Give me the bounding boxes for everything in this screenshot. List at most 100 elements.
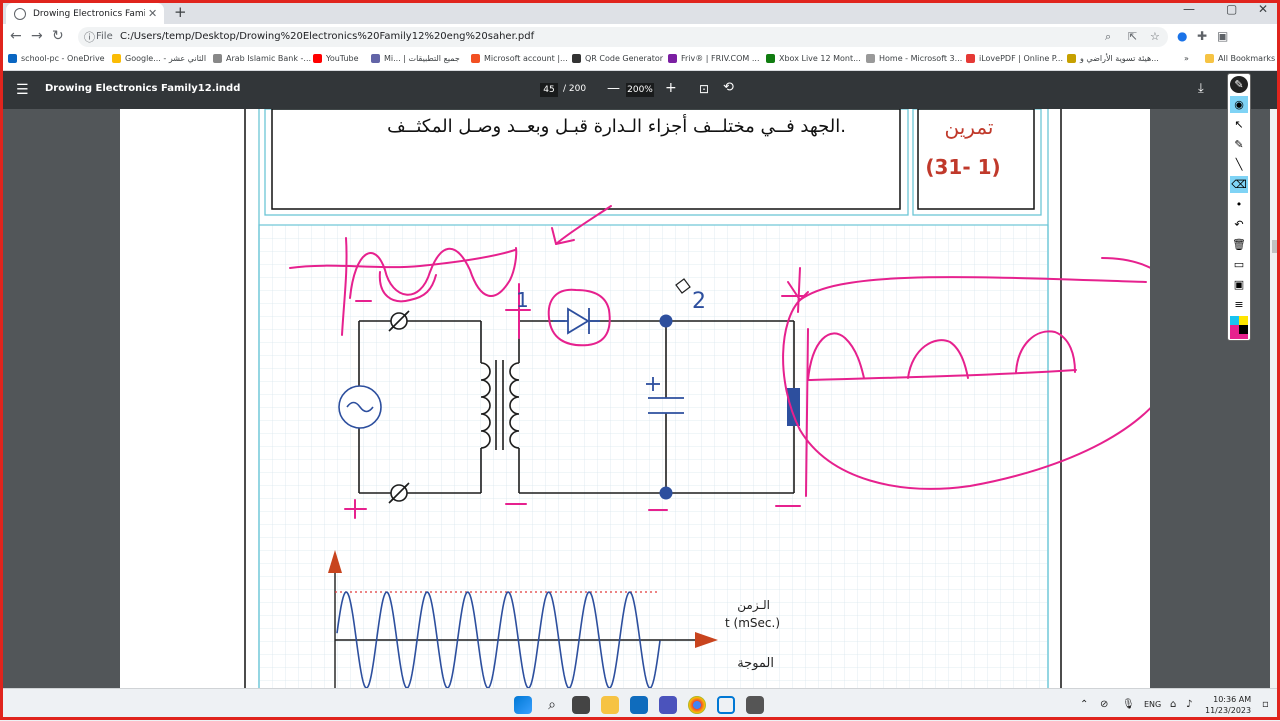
cloud-icon xyxy=(8,54,17,63)
globe-icon xyxy=(14,7,26,20)
node-top xyxy=(659,314,673,328)
scrollbar-thumb[interactable] xyxy=(1272,240,1278,253)
wifi-icon[interactable]: ⌂ xyxy=(1170,699,1176,710)
clipboard-icon[interactable]: ≡ xyxy=(1230,296,1248,313)
pdf-toolbar: ☰ Drowing Electronics Family12.indd 45 /… xyxy=(0,71,1280,109)
eye-icon[interactable]: ◉ xyxy=(1230,96,1248,113)
page-number-input[interactable]: 45 xyxy=(540,83,558,97)
extension-icon[interactable]: ● xyxy=(1177,29,1187,43)
url-scheme: File xyxy=(96,31,113,42)
extensions-puzzle-icon[interactable]: ✚ xyxy=(1197,29,1207,43)
exercise-instruction: الجهد فــي مختلــف أجزاء الـدارة قبـل وب… xyxy=(387,114,846,137)
maximize-button[interactable]: ▢ xyxy=(1226,2,1237,16)
google-icon xyxy=(112,54,121,63)
zoom-icon[interactable]: ⌕ xyxy=(1105,30,1111,44)
language-indicator[interactable]: ENG xyxy=(1144,700,1161,709)
pencil-icon[interactable]: ✎ xyxy=(1230,136,1248,153)
minimize-button[interactable]: — xyxy=(1183,2,1195,16)
address-bar[interactable]: ⓘ File C:/Users/temp/Desktop/Drowing%20E… xyxy=(78,27,1168,47)
browser-tab[interactable]: Drowing Electronics Family12.in ✕ xyxy=(6,3,164,24)
rotate-icon[interactable]: ⟲ xyxy=(723,80,734,95)
bookmark-item[interactable]: YouTube xyxy=(313,54,359,63)
volume-icon[interactable]: ♪ xyxy=(1186,699,1192,710)
page-scrollbar[interactable] xyxy=(1270,109,1280,688)
land-icon xyxy=(1067,54,1076,63)
friv-icon xyxy=(668,54,677,63)
network-icon[interactable]: ⊘ xyxy=(1100,699,1108,710)
zoom-input[interactable]: 200% xyxy=(626,83,654,97)
cursor-icon[interactable]: ↖ xyxy=(1230,116,1248,133)
chrome-icon[interactable] xyxy=(688,696,706,714)
file-explorer-icon[interactable] xyxy=(601,696,619,714)
bookmark-item[interactable]: Arab Islamic Bank -... xyxy=(213,54,311,63)
node-bottom xyxy=(659,486,673,500)
folder-icon xyxy=(1205,54,1214,63)
color-magenta[interactable] xyxy=(1230,325,1239,334)
point-2-label: 2 xyxy=(692,289,706,314)
color-black[interactable] xyxy=(1239,325,1248,334)
pdf-viewport[interactable]: الجهد فــي مختلــف أجزاء الـدارة قبـل وب… xyxy=(0,109,1280,688)
heart-icon xyxy=(966,54,975,63)
point-1-label: 1 xyxy=(516,288,529,312)
document-title: Drowing Electronics Family12.indd xyxy=(45,83,241,94)
clock[interactable]: 10:36 AM 11/23/2023 xyxy=(1205,694,1251,716)
bookmark-item[interactable]: Mi... | جميع التطبيقات xyxy=(371,54,460,63)
clock-time: 10:36 AM xyxy=(1213,695,1252,704)
windows-start-icon[interactable] xyxy=(514,696,532,714)
fit-page-icon[interactable]: ⊡ xyxy=(699,82,709,96)
eraser-icon[interactable]: ⌫ xyxy=(1230,176,1248,193)
download-icon[interactable]: ⤓ xyxy=(1198,81,1204,96)
all-bookmarks[interactable]: All Bookmarks xyxy=(1205,54,1275,63)
star-icon[interactable]: ☆ xyxy=(1150,30,1160,43)
zoom-in-button[interactable]: + xyxy=(665,80,677,96)
bookmark-item[interactable]: iLovePDF | Online P... xyxy=(966,54,1063,63)
new-tab-button[interactable]: + xyxy=(174,3,187,21)
microphone-icon[interactable]: 🎙 xyxy=(1122,699,1135,710)
info-icon[interactable]: ⓘ xyxy=(84,29,95,45)
color-yellow[interactable] xyxy=(1239,316,1248,325)
taskbar: ⌕ ⌃ ⊘ 🎙 ENG ⌂ ♪ 10:36 AM 11/23/2023 ▫ xyxy=(0,688,1280,721)
teams-icon[interactable] xyxy=(659,696,677,714)
apps-icon xyxy=(371,54,380,63)
search-icon[interactable]: ⌕ xyxy=(543,696,561,714)
menu-icon[interactable]: ☰ xyxy=(16,82,29,98)
bookmark-item[interactable]: Xbox Live 12 Mont... xyxy=(766,54,861,63)
pdf-page: الجهد فــي مختلــف أجزاء الـدارة قبـل وب… xyxy=(120,109,1187,688)
dot-size-icon[interactable]: • xyxy=(1230,196,1248,213)
camera-icon[interactable]: ▣ xyxy=(1230,276,1248,293)
store-icon[interactable] xyxy=(630,696,648,714)
close-window-button[interactable]: ✕ xyxy=(1258,2,1268,16)
chevron-up-icon[interactable]: ⌃ xyxy=(1080,699,1088,710)
reload-button[interactable]: ↻ xyxy=(52,28,64,44)
window-app-icon[interactable] xyxy=(717,696,735,714)
url-text[interactable]: C:/Users/temp/Desktop/Drowing%20Electron… xyxy=(120,31,534,42)
tab-strip: Drowing Electronics Family12.in ✕ + — ▢ … xyxy=(0,0,1280,24)
close-tab-icon[interactable]: ✕ xyxy=(148,7,157,20)
bookmark-item[interactable]: Home - Microsoft 3... xyxy=(866,54,962,63)
annotation-toolbar: ✎ ◉ ↖ ✎ ╲ ⌫ • ↶ 🗑 ▭ ▣ ≡ xyxy=(1227,73,1251,341)
undo-icon[interactable]: ↶ xyxy=(1230,216,1248,233)
bank-icon xyxy=(213,54,222,63)
pen-logo-icon[interactable]: ✎ xyxy=(1230,76,1248,93)
bookmark-item[interactable]: Microsoft account |... xyxy=(471,54,568,63)
task-view-icon[interactable] xyxy=(572,696,590,714)
page-content: الجهد فــي مختلــف أجزاء الـدارة قبـل وب… xyxy=(244,109,1187,688)
zoom-out-button[interactable]: — xyxy=(607,81,620,96)
color-cyan[interactable] xyxy=(1230,316,1239,325)
share-icon[interactable]: ⇱ xyxy=(1128,30,1137,43)
exercise-label: تمرين xyxy=(945,115,994,139)
forward-button[interactable]: → xyxy=(31,28,43,44)
bookmark-item[interactable]: هيئة تسوية الأراضي و... xyxy=(1067,54,1159,63)
trash-icon[interactable]: 🗑 xyxy=(1230,236,1248,253)
board-icon[interactable]: ▭ xyxy=(1230,256,1248,273)
line-icon[interactable]: ╲ xyxy=(1230,156,1248,173)
app-icon[interactable] xyxy=(746,696,764,714)
sidepanel-icon[interactable]: ▣ xyxy=(1217,29,1228,43)
bookmark-item[interactable]: school-pc - OneDrive xyxy=(8,54,105,63)
notification-icon[interactable]: ▫ xyxy=(1262,699,1269,710)
bookmark-item[interactable]: Friv® | FRIV.COM ... xyxy=(668,54,760,63)
more-bookmarks-icon[interactable]: » xyxy=(1184,54,1189,63)
bookmark-item[interactable]: QR Code Generator xyxy=(572,54,663,63)
bookmark-item[interactable]: Google... - الثاني عشر xyxy=(112,54,206,63)
back-button[interactable]: ← xyxy=(10,28,22,44)
